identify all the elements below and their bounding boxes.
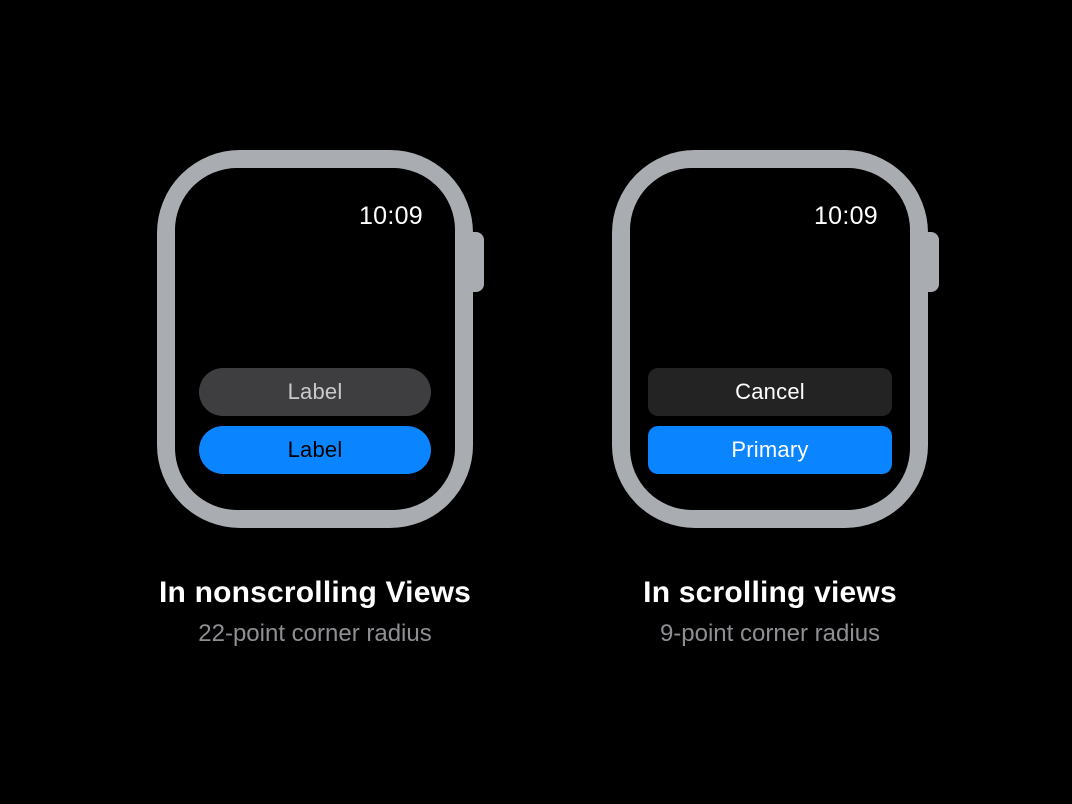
status-time: 10:09: [359, 202, 423, 231]
status-time: 10:09: [814, 202, 878, 231]
caption-sub: 22-point corner radius: [115, 620, 515, 648]
caption-sub: 9-point corner radius: [570, 620, 970, 648]
secondary-button[interactable]: Label: [199, 368, 431, 416]
watch-screen-right: 10:09 Cancel Primary: [630, 168, 910, 510]
button-stack-nonscrolling: Label Label: [199, 368, 431, 474]
primary-button[interactable]: Primary: [648, 426, 892, 474]
caption-title: In scrolling views: [570, 576, 970, 610]
caption-left: In nonscrolling Views 22-point corner ra…: [115, 576, 515, 648]
button-stack-scrolling: Cancel Primary: [648, 368, 892, 474]
caption-title: In nonscrolling Views: [115, 576, 515, 610]
watch-frame-left: 10:09 Label Label: [157, 150, 473, 528]
cancel-button[interactable]: Cancel: [648, 368, 892, 416]
watch-screen-left: 10:09 Label Label: [175, 168, 455, 510]
panel-scrolling: 10:09 Cancel Primary In scrolling views …: [570, 150, 970, 648]
panel-nonscrolling: 10:09 Label Label In nonscrolling Views …: [115, 150, 515, 648]
primary-button[interactable]: Label: [199, 426, 431, 474]
caption-right: In scrolling views 9-point corner radius: [570, 576, 970, 648]
canvas: 10:09 Label Label In nonscrolling Views …: [0, 0, 1072, 804]
watch-frame-right: 10:09 Cancel Primary: [612, 150, 928, 528]
